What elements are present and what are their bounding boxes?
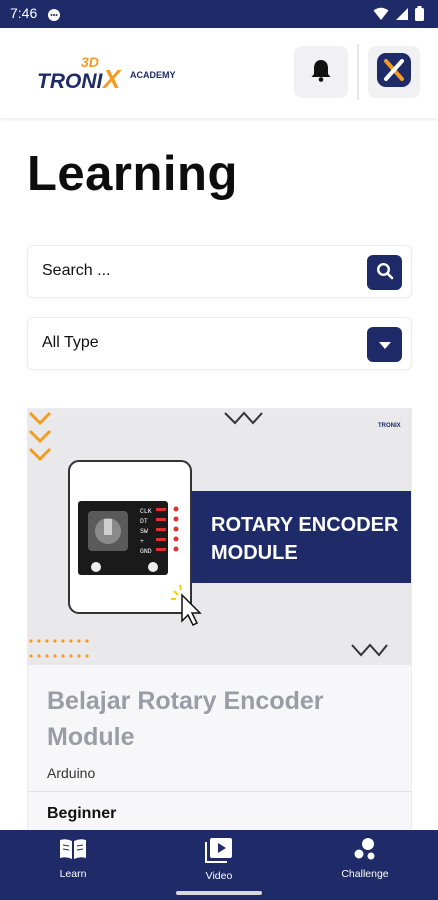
logo-text-x: X: [101, 64, 122, 94]
logo-text-side: ACADEMY: [130, 70, 176, 80]
course-card-body: Belajar Rotary Encoder Module Arduino Be…: [28, 665, 411, 847]
status-icons: [373, 6, 424, 25]
course-title[interactable]: Belajar Rotary Encoder Module: [47, 683, 387, 755]
search-field[interactable]: Search ...: [27, 245, 412, 298]
tronix-academy-logo[interactable]: 3D TRONI X ACADEMY: [37, 54, 182, 94]
tronix-x-icon: [377, 53, 411, 91]
pin-label-clk: CLK: [140, 508, 152, 515]
battery-icon: [415, 6, 424, 25]
nav-item-learn[interactable]: Learn: [0, 830, 146, 882]
logo-text-main: TRONI: [37, 70, 103, 93]
type-filter-dropdown[interactable]: All Type: [27, 317, 412, 370]
banner-corner-logo: TRONIX: [378, 423, 401, 429]
notification-button[interactable]: [294, 46, 348, 98]
course-card[interactable]: TRONIX ROTARY ENCODER MODULE CLK DT SW +…: [27, 408, 412, 848]
type-filter-value: All Type: [42, 334, 99, 351]
chevron-down-icon: [378, 335, 392, 354]
signal-icon: [395, 6, 409, 25]
nav-label-learn: Learn: [59, 868, 87, 880]
bell-icon: [310, 58, 332, 86]
search-icon: [376, 262, 394, 284]
course-level: Beginner: [47, 805, 117, 822]
search-button[interactable]: [367, 255, 402, 290]
pin-label-gnd: GND: [140, 548, 152, 555]
gesture-handle[interactable]: [176, 891, 262, 895]
card-divider: [28, 791, 411, 792]
banner-title-line1: ROTARY ENCODER: [211, 514, 399, 536]
wifi-icon: [373, 6, 389, 25]
search-input[interactable]: Search ...: [42, 262, 110, 280]
status-bar: 7:46: [0, 0, 438, 28]
logo-text-top: 3D: [81, 54, 99, 70]
profile-button[interactable]: [368, 46, 420, 98]
pin-label-dt: DT: [140, 518, 148, 525]
video-play-icon: [205, 837, 233, 867]
open-book-icon: [58, 837, 88, 865]
status-time: 7:46: [10, 5, 38, 21]
banner-title-line2: MODULE: [211, 542, 298, 564]
nav-item-challenge[interactable]: Challenge: [292, 830, 438, 882]
course-banner-image: TRONIX ROTARY ENCODER MODULE CLK DT SW +…: [28, 409, 411, 665]
chat-notification-icon: [47, 7, 61, 26]
course-category: Arduino: [47, 765, 96, 781]
appbar-divider: [357, 44, 359, 100]
nav-label-challenge: Challenge: [341, 868, 389, 880]
pin-label-plus: +: [140, 538, 144, 545]
page-title: Learning: [27, 147, 238, 201]
nav-label-video: Video: [205, 870, 233, 882]
challenge-icon: [352, 837, 378, 865]
bottom-navigation: Learn Video Challenge: [0, 830, 438, 882]
nav-item-video[interactable]: Video: [146, 830, 292, 882]
type-filter-button[interactable]: [367, 327, 402, 362]
app-bar: 3D TRONI X ACADEMY: [0, 28, 438, 118]
pin-label-sw: SW: [140, 528, 148, 535]
